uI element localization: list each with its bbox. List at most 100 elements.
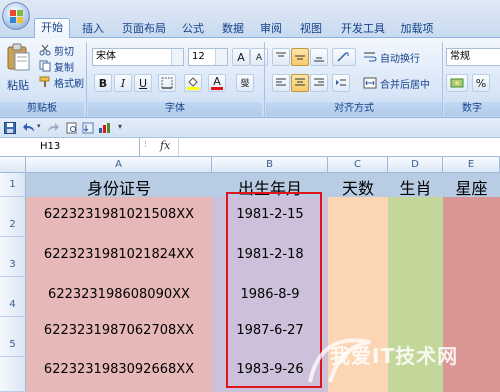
row-header-1[interactable]: 1 <box>0 173 26 197</box>
percent-button[interactable]: % <box>472 74 490 92</box>
font-color-button[interactable]: A <box>208 74 226 92</box>
row-header-4[interactable]: 4 <box>0 277 26 317</box>
align-center-button[interactable] <box>291 74 309 92</box>
save-icon[interactable] <box>4 122 16 134</box>
merge-center-button[interactable]: 合并后居中 <box>362 74 438 91</box>
row-header-5[interactable]: 5 <box>0 317 26 357</box>
align-middle-button[interactable] <box>291 48 309 66</box>
scissors-icon <box>39 44 51 56</box>
format-painter-label: 格式刷 <box>54 79 84 90</box>
group-divider <box>86 42 87 116</box>
align-right-button[interactable] <box>310 74 328 92</box>
align-left-icon <box>276 78 286 86</box>
currency-icon <box>450 78 464 88</box>
chevron-down-icon[interactable] <box>215 49 227 65</box>
header-id-number[interactable]: 身份证号 <box>26 175 212 199</box>
cut-label: 剪切 <box>54 47 74 58</box>
column-header-a[interactable]: A <box>26 157 212 173</box>
grow-font-button[interactable]: A <box>232 48 250 66</box>
tab-developer[interactable]: 开发工具 <box>336 20 390 38</box>
tab-insert[interactable]: 插入 <box>78 20 108 38</box>
paste-icon <box>7 43 30 71</box>
formula-input[interactable] <box>178 138 500 156</box>
paste-button[interactable]: 粘贴 <box>4 42 32 98</box>
format-painter-button[interactable]: 格式刷 <box>38 74 92 90</box>
tab-formulas[interactable]: 公式 <box>178 20 208 38</box>
header-zodiac[interactable]: 生肖 <box>388 175 443 199</box>
name-box[interactable]: H13 <box>0 138 140 156</box>
undo-icon[interactable] <box>22 122 36 134</box>
align-top-button[interactable] <box>272 48 290 66</box>
align-top-icon <box>276 52 286 57</box>
merge-cells-icon <box>363 77 377 89</box>
row-header-2[interactable]: 2 <box>0 197 26 237</box>
wrap-text-button[interactable]: 自动换行 <box>362 48 438 65</box>
sort-icon[interactable] <box>82 122 94 134</box>
currency-button[interactable] <box>446 74 468 92</box>
tab-review[interactable]: 审阅 <box>256 20 286 38</box>
undo-dropdown-icon[interactable]: ▾ <box>37 122 41 130</box>
borders-button[interactable] <box>158 74 176 92</box>
align-left-button[interactable] <box>272 74 290 92</box>
italic-button[interactable]: I <box>114 74 132 92</box>
cell-id-number[interactable]: 6223231981021824XX <box>26 247 212 262</box>
ribbon-tab-bar: 开始 插入 页面布局 公式 数据 审阅 视图 开发工具 加载项 <box>0 0 500 39</box>
font-size-combo[interactable]: 12 <box>188 48 228 66</box>
font-size-value: 12 <box>192 51 205 62</box>
wrap-text-label: 自动换行 <box>380 54 420 65</box>
name-box-value: H13 <box>40 141 61 152</box>
cell-id-number[interactable]: 6223231987062708XX <box>26 323 212 338</box>
customize-qat-icon[interactable]: ▾ <box>118 122 122 131</box>
alignment-group-label: 对齐方式 <box>266 102 442 116</box>
paintbrush-icon <box>39 76 50 87</box>
chevron-down-icon[interactable] <box>171 49 183 65</box>
shrink-font-button[interactable]: A <box>250 48 268 66</box>
tab-view[interactable]: 视图 <box>296 20 326 38</box>
underline-button[interactable]: U <box>134 74 152 92</box>
number-format-combo[interactable]: 常规 <box>446 48 500 66</box>
column-header-d[interactable]: D <box>388 157 443 173</box>
header-constellation[interactable]: 星座 <box>443 175 500 199</box>
copy-button[interactable]: 复制 <box>38 58 92 74</box>
office-button[interactable] <box>2 2 30 30</box>
office-logo-icon <box>10 10 23 23</box>
cell-id-number[interactable]: 6223231981021508XX <box>26 207 212 222</box>
cell-id-number[interactable]: 622323198608090XX <box>26 287 212 302</box>
copy-label: 复制 <box>54 63 74 74</box>
cell-id-number[interactable]: 6223231983092668XX <box>26 362 212 377</box>
column-header-c[interactable]: C <box>328 157 388 173</box>
formula-bar-grip-icon: ⁝ <box>144 140 147 150</box>
align-bottom-icon <box>314 57 324 62</box>
orientation-button[interactable] <box>332 48 356 66</box>
row-header-3[interactable]: 3 <box>0 237 26 277</box>
redo-icon[interactable] <box>46 122 60 134</box>
print-preview-icon[interactable] <box>66 122 78 134</box>
watermark-text: 我爱IT技术网 <box>330 344 459 368</box>
tab-add-ins[interactable]: 加载项 <box>396 20 438 38</box>
tab-data[interactable]: 数据 <box>218 20 248 38</box>
font-name-combo[interactable]: 宋体 <box>92 48 184 66</box>
cut-button[interactable]: 剪切 <box>38 42 92 58</box>
header-days[interactable]: 天数 <box>328 175 388 199</box>
phonetic-button[interactable]: 燮 <box>236 74 254 92</box>
column-header-e[interactable]: E <box>443 157 500 173</box>
fill-color-button[interactable] <box>184 74 202 92</box>
tab-page-layout[interactable]: 页面布局 <box>116 20 172 38</box>
font-name-value: 宋体 <box>96 51 116 62</box>
align-bottom-button[interactable] <box>310 48 328 66</box>
select-all-corner[interactable] <box>0 157 26 173</box>
insert-function-icon[interactable]: fx <box>160 139 170 152</box>
paste-label: 粘贴 <box>7 79 29 92</box>
font-color-swatch <box>211 87 223 90</box>
indent-button[interactable] <box>332 74 350 92</box>
copy-icon <box>39 60 51 72</box>
row-header-6[interactable] <box>0 357 26 392</box>
tab-home[interactable]: 开始 <box>34 18 70 39</box>
column-header-b[interactable]: B <box>212 157 328 173</box>
orientation-icon <box>337 52 349 62</box>
align-middle-icon <box>295 55 305 60</box>
quick-access-toolbar: ▾ ▾ <box>0 118 500 138</box>
wrap-text-icon <box>364 52 377 62</box>
chart-icon[interactable] <box>98 122 112 134</box>
bold-button[interactable]: B <box>94 74 112 92</box>
